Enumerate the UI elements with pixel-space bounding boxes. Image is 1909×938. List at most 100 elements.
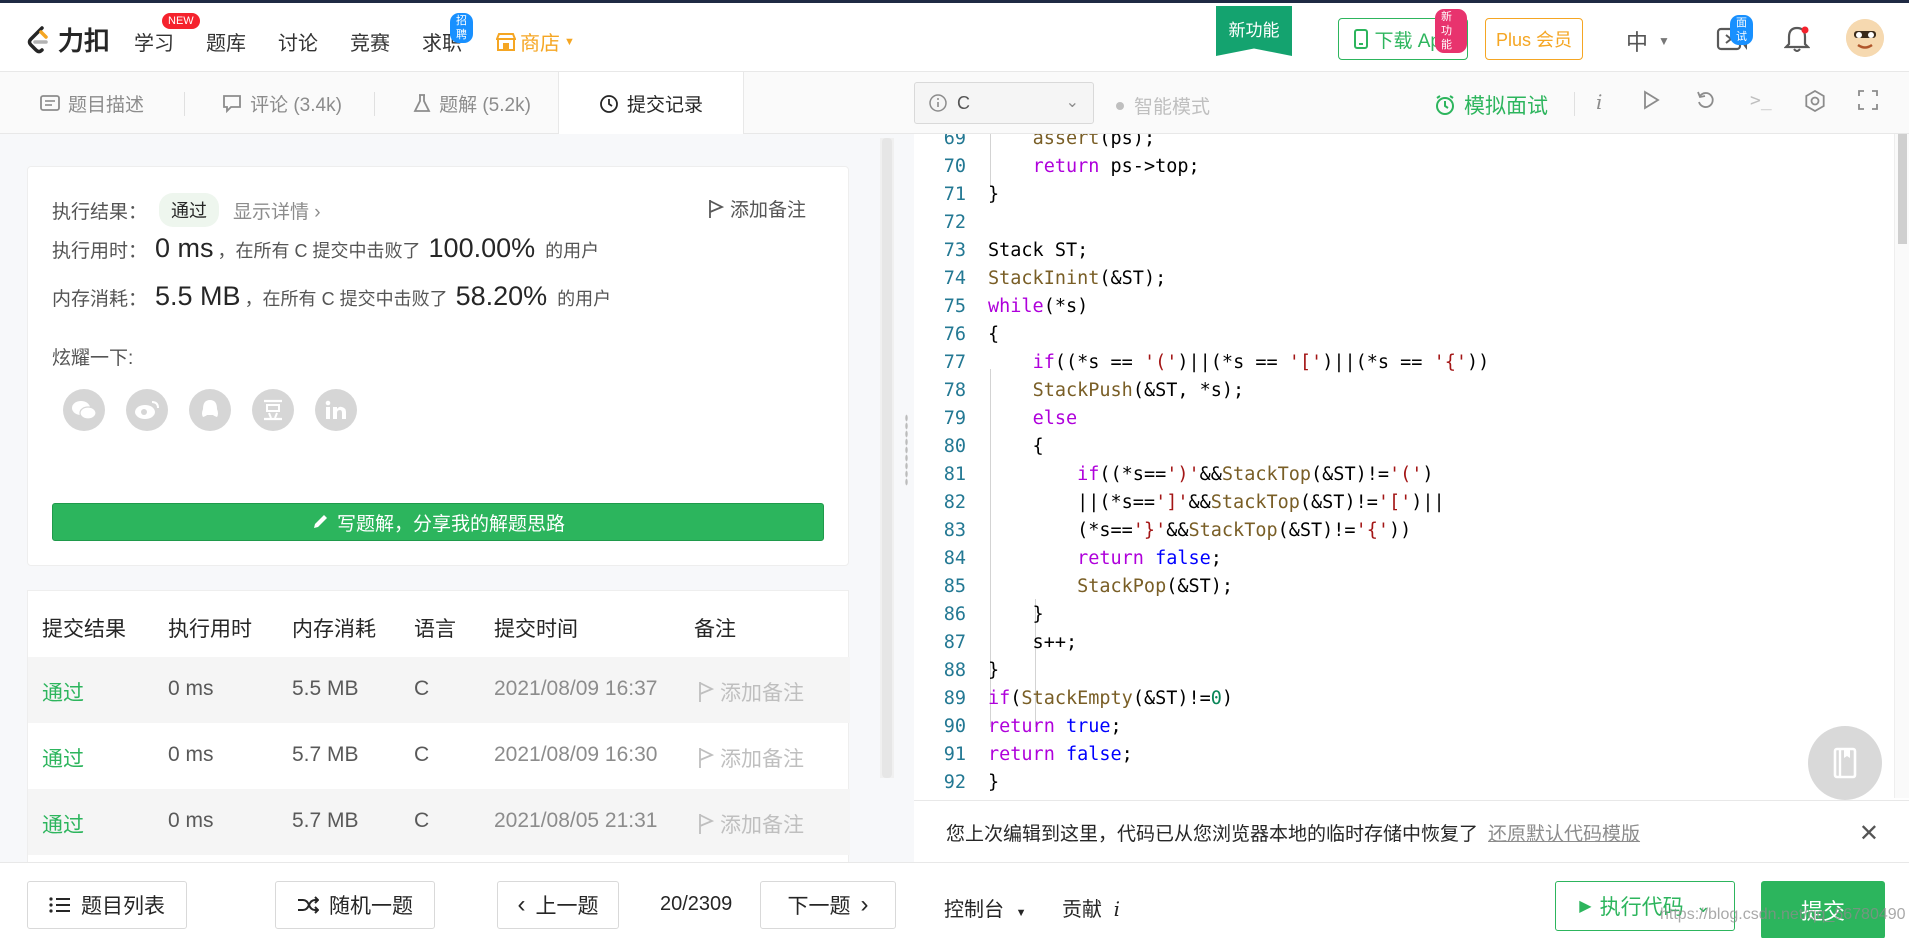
cell-language: C	[414, 809, 430, 832]
line-number: 71	[943, 184, 966, 205]
random-problem-label: 随机一题	[329, 895, 413, 918]
runtime-desc: ，在所有 C 提交中击败了	[217, 241, 421, 261]
cell-runtime: 0 ms	[168, 677, 214, 700]
cell-memory: 5.7 MB	[292, 809, 359, 832]
cell-add-note[interactable]: 添加备注	[698, 809, 804, 839]
cell-memory: 5.5 MB	[292, 677, 359, 700]
code-text: return false;	[988, 744, 1133, 765]
notification-bell-icon	[1783, 26, 1811, 52]
linkedin-icon[interactable]	[315, 389, 357, 431]
tab-divider	[184, 92, 185, 116]
add-note-label: 添加备注	[720, 748, 804, 771]
code-text: else	[1032, 408, 1078, 429]
code-line: 69 assert(ps);	[914, 134, 1894, 153]
clock-icon	[600, 94, 618, 113]
show-details-link[interactable]: 显示详情 ›	[233, 197, 321, 224]
leetcode-logo[interactable]: 力扣	[26, 21, 110, 58]
language-switch[interactable]: 中 ▼	[1626, 25, 1670, 57]
contribute-button[interactable]: 贡献 i	[1062, 893, 1120, 922]
line-number: 86	[943, 604, 966, 625]
info-italic-icon: i	[1113, 897, 1120, 921]
info-italic-icon[interactable]: i	[1596, 90, 1602, 114]
prev-problem-button[interactable]: ‹ 上一题	[497, 881, 619, 929]
code-editor[interactable]: 69 assert(ps); 70 return ps->top; 71} 72…	[914, 134, 1894, 798]
table-row[interactable]: 通过 0 ms 5.7 MB C 2021/08/05 21:31 添加备注	[28, 789, 850, 855]
reset-icon[interactable]	[1696, 90, 1716, 116]
notebook-fab[interactable]	[1808, 726, 1882, 800]
line-number: 75	[943, 296, 966, 317]
download-app-button[interactable]: 下载 App 新功能	[1338, 9, 1468, 60]
code-line: 84 return false;	[914, 545, 1894, 573]
undo-icon	[1697, 91, 1714, 108]
line-number: 83	[943, 520, 966, 541]
cell-runtime: 0 ms	[168, 809, 214, 832]
tab-comments[interactable]: 评论 (3.4k)	[190, 72, 374, 134]
code-text: while(*s)	[988, 296, 1089, 317]
console-label: 控制台	[944, 899, 1004, 921]
tab-solutions[interactable]: 题解 (5.2k)	[380, 72, 564, 134]
cell-language: C	[414, 677, 430, 700]
pane-resize-handle[interactable]	[900, 134, 914, 862]
tab-submissions[interactable]: 提交记录	[558, 72, 744, 135]
cell-add-note[interactable]: 添加备注	[698, 677, 804, 707]
nav-contest[interactable]: 竞赛	[350, 27, 390, 56]
table-row[interactable]: 通过 0 ms 5.7 MB C 2021/08/09 16:30 添加备注	[28, 723, 850, 789]
language-value: C	[957, 92, 970, 113]
scrollbar-thumb[interactable]	[1898, 134, 1907, 244]
write-solution-button[interactable]: 写题解，分享我的解题思路	[52, 503, 824, 541]
memory-desc: ，在所有 C 提交中击败了	[244, 289, 448, 309]
add-note-button[interactable]: 添加备注	[708, 195, 806, 222]
nav-learn[interactable]: 学习 NEW	[134, 13, 200, 56]
douban-icon[interactable]	[252, 389, 294, 431]
avatar[interactable]	[1846, 19, 1884, 57]
info-icon	[929, 94, 947, 112]
code-text: }	[988, 772, 1000, 793]
nav-problems[interactable]: 题库	[206, 27, 246, 56]
settings-icon[interactable]	[1804, 89, 1826, 118]
fullscreen-icon[interactable]	[1858, 90, 1878, 116]
nav-discuss[interactable]: 讨论	[278, 27, 318, 56]
col-header-runtime: 执行用时	[168, 618, 252, 641]
problem-list-button[interactable]: 题目列表	[27, 881, 187, 929]
scrollbar-thumb[interactable]	[882, 138, 892, 778]
cell-status[interactable]: 通过	[42, 809, 84, 839]
next-problem-button[interactable]: 下一题 ›	[760, 881, 896, 929]
play-outline-icon[interactable]	[1642, 90, 1660, 116]
cell-status[interactable]: 通过	[42, 677, 84, 707]
console-toggle[interactable]: 控制台 ▼	[944, 893, 1026, 922]
flask-icon	[413, 94, 431, 112]
plus-member-button[interactable]: Plus 会员	[1485, 18, 1583, 60]
smart-mode-toggle[interactable]: 智能模式	[1116, 92, 1210, 119]
wechat-icon[interactable]	[63, 389, 105, 431]
terminal-icon[interactable]: >_	[1750, 90, 1772, 111]
close-icon[interactable]: ✕	[1859, 819, 1879, 848]
random-problem-button[interactable]: 随机一题	[275, 881, 435, 929]
code-text: }	[988, 660, 1000, 681]
language-select[interactable]: C ⌄	[914, 82, 1094, 124]
interview-icon[interactable]: 面试	[1716, 15, 1753, 58]
watermark: https://blog.csdn.net/qq_56780490	[1660, 906, 1906, 923]
nav-store[interactable]: 商店 ▼	[496, 27, 575, 56]
tab-description[interactable]: 题目描述	[0, 72, 184, 134]
code-text: if(StackEmpty(&ST)!=0)	[988, 688, 1234, 709]
cell-add-note[interactable]: 添加备注	[698, 743, 804, 773]
cell-status[interactable]: 通过	[42, 743, 84, 773]
bell-icon[interactable]	[1783, 25, 1811, 58]
line-number: 81	[943, 464, 966, 485]
code-line: 79 else	[914, 405, 1894, 433]
left-scrollbar[interactable]	[880, 138, 894, 778]
table-row[interactable]: 通过 0 ms 5.5 MB C 2021/08/09 16:37 添加备注	[28, 657, 850, 723]
weibo-icon[interactable]	[126, 389, 168, 431]
new-feature-ribbon[interactable]: 新功能	[1216, 6, 1292, 56]
editor-scrollbar[interactable]	[1894, 134, 1909, 798]
restore-default-link[interactable]: 还原默认代码模版	[1488, 824, 1640, 845]
nav-jobs[interactable]: 求职 招聘	[422, 13, 473, 56]
mock-interview-button[interactable]: 模拟面试	[1434, 90, 1548, 120]
qq-icon[interactable]	[189, 389, 231, 431]
language-label: 中	[1626, 30, 1649, 55]
line-number: 87	[943, 632, 966, 653]
restore-text: 您上次编辑到这里，代码已从您浏览器本地的临时存储中恢复了 还原默认代码模版	[946, 819, 1640, 846]
prev-problem-label: 上一题	[535, 895, 599, 918]
code-line: 86 }	[914, 601, 1894, 629]
cell-runtime: 0 ms	[168, 743, 214, 766]
